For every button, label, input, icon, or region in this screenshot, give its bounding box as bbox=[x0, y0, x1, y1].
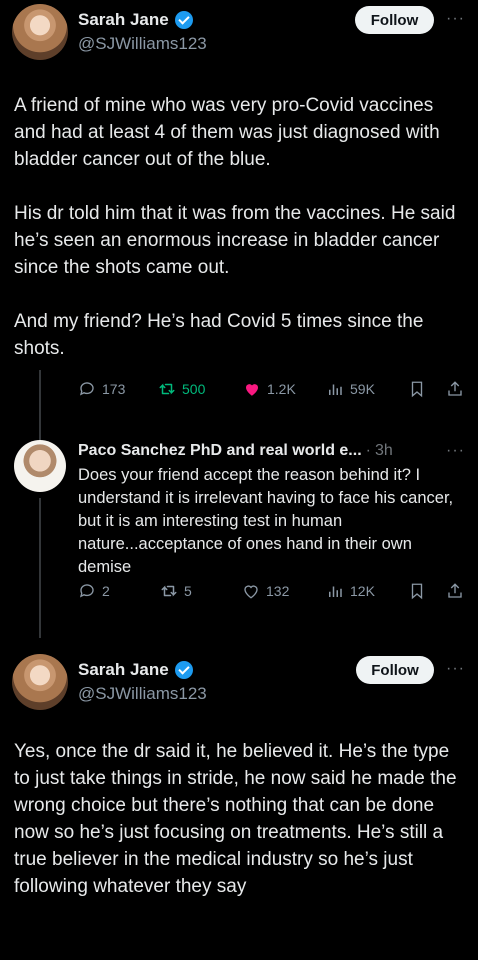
repost-count: 500 bbox=[182, 381, 206, 397]
post-paragraph: And my friend? He’s had Covid 5 times si… bbox=[14, 311, 424, 359]
reply-action[interactable]: 173 bbox=[78, 380, 125, 398]
more-options-icon[interactable]: ··· bbox=[446, 660, 465, 678]
bookmark-action[interactable] bbox=[408, 380, 426, 398]
post-paragraph: His dr told him that it was from the vac… bbox=[14, 203, 456, 278]
views-action[interactable]: 12K bbox=[326, 582, 375, 600]
author-row: Sarah Jane bbox=[78, 660, 193, 680]
heart-icon bbox=[246, 384, 258, 396]
author-name[interactable]: Sarah Jane bbox=[78, 10, 169, 30]
views-icon bbox=[329, 384, 342, 395]
post-body: A friend of mine who was very pro-Covid … bbox=[14, 92, 470, 362]
timestamp[interactable]: 3h bbox=[375, 442, 393, 460]
share-icon bbox=[448, 583, 462, 598]
follow-button[interactable]: Follow bbox=[355, 6, 434, 34]
share-action[interactable] bbox=[446, 582, 464, 600]
avatar[interactable] bbox=[14, 440, 66, 492]
post-body: Yes, once the dr said it, he believed it… bbox=[14, 741, 457, 897]
like-action[interactable]: 132 bbox=[242, 582, 289, 600]
repost-action[interactable]: 5 bbox=[160, 582, 192, 600]
reply-action[interactable]: 2 bbox=[78, 582, 110, 600]
like-count: 132 bbox=[266, 583, 290, 599]
repost-action[interactable]: 500 bbox=[158, 380, 205, 398]
post-paragraph: A friend of mine who was very pro-Covid … bbox=[14, 95, 440, 170]
views-count: 59K bbox=[350, 381, 375, 397]
thread-line bbox=[39, 370, 41, 442]
views-icon bbox=[329, 586, 342, 597]
bookmark-action[interactable] bbox=[408, 582, 426, 600]
reply-body: Does your friend accept the reason behin… bbox=[78, 466, 454, 576]
like-action[interactable]: 1.2K bbox=[243, 380, 296, 398]
verified-badge-icon bbox=[174, 11, 193, 29]
repost-icon bbox=[161, 585, 177, 597]
reply-count: 173 bbox=[102, 381, 126, 397]
separator: · bbox=[365, 442, 371, 459]
like-count: 1.2K bbox=[267, 381, 296, 397]
more-options-icon[interactable]: ··· bbox=[446, 10, 465, 28]
repost-icon bbox=[159, 383, 175, 395]
views-count: 12K bbox=[350, 583, 375, 599]
author-name[interactable]: Paco Sanchez PhD and real world e... bbox=[78, 442, 362, 460]
author-row: Sarah Jane bbox=[78, 10, 193, 30]
bookmark-icon bbox=[411, 381, 423, 398]
more-options-icon[interactable]: ··· bbox=[446, 442, 465, 460]
repost-count: 5 bbox=[184, 583, 192, 599]
bookmark-icon bbox=[411, 583, 423, 600]
verified-badge-icon bbox=[174, 661, 193, 679]
author-name[interactable]: Sarah Jane bbox=[78, 660, 169, 680]
follow-button[interactable]: Follow bbox=[356, 656, 434, 684]
share-icon bbox=[448, 381, 462, 396]
heart-icon bbox=[244, 585, 258, 599]
reply-count: 2 bbox=[102, 583, 110, 599]
author-handle[interactable]: @SJWilliams123 bbox=[78, 684, 207, 704]
reply-author-row: Paco Sanchez PhD and real world e... · 3… bbox=[78, 442, 393, 460]
avatar[interactable] bbox=[12, 654, 68, 710]
reply-icon bbox=[79, 584, 94, 598]
views-action[interactable]: 59K bbox=[326, 380, 375, 398]
avatar[interactable] bbox=[12, 4, 68, 60]
share-action[interactable] bbox=[446, 380, 464, 398]
thread-line bbox=[39, 498, 41, 638]
author-handle[interactable]: @SJWilliams123 bbox=[78, 34, 207, 54]
reply-icon bbox=[79, 382, 94, 396]
